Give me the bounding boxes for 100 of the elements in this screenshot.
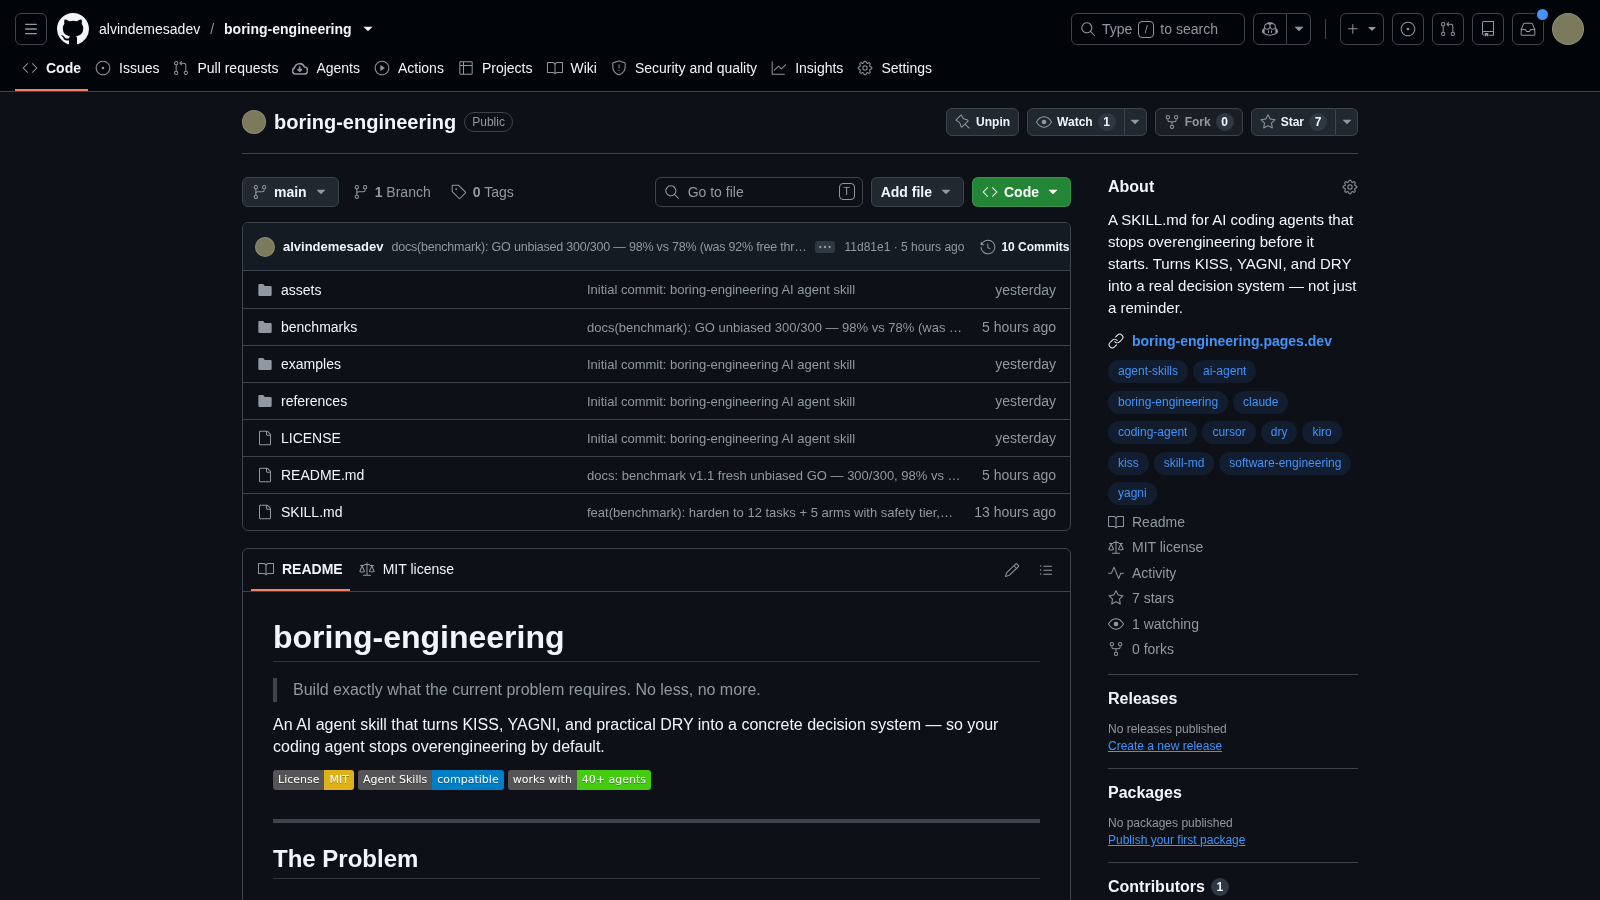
license-link[interactable]: MIT license <box>1108 534 1358 560</box>
commits-link[interactable]: 10 Commits <box>980 238 1070 255</box>
dropdown-button[interactable] <box>1287 13 1311 45</box>
create-button[interactable] <box>1340 13 1384 45</box>
readme-link[interactable]: Readme <box>1108 509 1358 535</box>
watch-button[interactable]: Watch 1 <box>1027 108 1125 136</box>
topic-tag[interactable]: agent-skills <box>1108 360 1189 383</box>
commit-message-link[interactable]: docs(benchmark): GO unbiased 300/300 — 98% vs 78% (was … <box>587 319 962 335</box>
nav-tab[interactable]: Security and quality <box>603 53 765 91</box>
nav-tab[interactable]: Wiki <box>539 53 604 91</box>
file-name-link[interactable]: assets <box>281 281 322 298</box>
file-name-link[interactable]: LICENSE <box>281 430 341 446</box>
badge-value: MIT <box>324 770 354 790</box>
repo-link[interactable]: boring-engineering <box>224 21 352 37</box>
readme-tab[interactable]: MIT license <box>351 549 461 591</box>
file-name-link[interactable]: examples <box>281 356 341 372</box>
dropdown-button[interactable] <box>1124 108 1147 136</box>
unpin-button[interactable]: Unpin <box>946 108 1020 136</box>
bot-face-button[interactable] <box>1253 13 1287 45</box>
commit-time: yesterday <box>995 356 1056 372</box>
star-icon <box>1259 114 1276 130</box>
repositories-button[interactable] <box>1472 13 1504 45</box>
nav-tab[interactable]: Issues <box>88 53 167 91</box>
pull-request-icon <box>1440 21 1456 37</box>
file-icon <box>257 430 273 446</box>
fork-icon <box>1108 641 1124 658</box>
nav-tab[interactable]: Code <box>15 53 88 91</box>
file-name-link[interactable]: README.md <box>281 467 365 483</box>
section-title: Releases <box>1108 689 1179 709</box>
list-icon <box>1038 562 1054 578</box>
pulse-icon <box>1108 564 1124 581</box>
owner-link[interactable]: alvindemesadev <box>99 21 201 37</box>
avatar-placeholder[interactable] <box>1552 13 1584 45</box>
branch-icon <box>252 184 268 200</box>
badge-value: compatible <box>432 770 504 790</box>
code-button[interactable]: Code <box>972 177 1071 207</box>
file-name-link[interactable]: references <box>281 393 348 409</box>
book-icon <box>1108 513 1124 530</box>
repo-title[interactable]: boring-engineering <box>274 108 457 136</box>
tags-link[interactable]: 0 Tags <box>444 184 520 200</box>
readme-tab[interactable]: README <box>251 549 350 591</box>
forks-link[interactable]: 0 forks <box>1108 636 1358 662</box>
topic-tag[interactable]: cursor <box>1202 421 1256 444</box>
activity-link[interactable]: Activity <box>1108 560 1358 586</box>
commit-message-link[interactable]: docs: benchmark v1.1 fresh unbiased GO — 300/300, 98% vs … <box>587 467 961 483</box>
code-icon <box>982 184 998 200</box>
commit-message-link[interactable]: Initial commit: boring-engineering AI agent skill <box>587 356 856 372</box>
commit-message-link[interactable]: Initial commit: boring-engineering AI agent skill <box>587 430 856 446</box>
menu-button[interactable] <box>15 13 47 45</box>
settings-button[interactable] <box>1342 179 1358 195</box>
bot-face-icon <box>1262 21 1278 37</box>
search-icon <box>663 184 680 200</box>
dropdown-button[interactable] <box>1336 108 1358 136</box>
menu-icon <box>23 21 39 37</box>
commit-message-link[interactable]: feat(benchmark): harden to 12 tasks + 5 arms with safety tier,… <box>587 504 953 520</box>
nav-tab[interactable]: Agents <box>285 53 367 91</box>
issues-button[interactable] <box>1392 13 1424 45</box>
topic-tag[interactable]: skill-md <box>1153 451 1215 475</box>
topic-tag[interactable]: claude <box>1233 390 1289 414</box>
file-name-link[interactable]: benchmarks <box>281 319 358 335</box>
commit-message-link[interactable]: Initial commit: boring-engineering AI agent skill <box>587 393 856 409</box>
commit-message-link[interactable]: Initial commit: boring-engineering AI agent skill <box>587 282 856 297</box>
stars-link[interactable]: 7 stars <box>1108 585 1358 611</box>
repo-icon <box>1480 21 1496 37</box>
nav-tab[interactable]: Actions <box>367 53 451 91</box>
nav-tab[interactable]: Projects <box>450 53 540 91</box>
add-file-button[interactable]: Add file <box>870 177 964 207</box>
counter: 1 <box>1097 113 1116 131</box>
topic-tag[interactable]: ai-agent <box>1193 360 1257 383</box>
nav-tab[interactable]: Settings <box>850 53 939 91</box>
branch-button[interactable]: main <box>242 177 339 207</box>
badge-label: License <box>273 770 325 790</box>
eye-icon <box>1036 114 1053 130</box>
publish-package-link[interactable]: Publish your first package <box>1108 832 1246 848</box>
topic-tag[interactable]: coding-agent <box>1108 421 1198 444</box>
topic-tag[interactable]: yagni <box>1108 482 1157 505</box>
commit-author-link[interactable]: alvindemesadev <box>283 239 384 254</box>
graph-icon <box>771 60 788 76</box>
repo-description: A SKILL.md for AI coding agents that stops overengineering before it starts. Turns KISS, YAGNI, and DRY into a real decision system — not just a reminder. <box>1108 210 1358 318</box>
cat-logo-icon[interactable] <box>57 13 89 45</box>
section-title: Contributors <box>1108 877 1205 897</box>
file-name-link[interactable]: SKILL.md <box>281 504 343 520</box>
branches-link[interactable]: 1 Branch <box>346 184 437 200</box>
commit-message-link[interactable]: docs(benchmark): GO unbiased 300/300 — 98% vs 78% (was 92% free thr… <box>391 239 807 254</box>
readme-paragraph: An AI agent skill that turns KISS, YAGNI, and practical DRY into a concrete decision system — so your coding agent stops overengineering by default. <box>273 715 1000 757</box>
website-link[interactable]: boring-engineering.pages.dev <box>1108 330 1358 352</box>
watchers-link[interactable]: 1 watching <box>1108 611 1358 637</box>
nav-tab[interactable]: Insights <box>764 53 851 91</box>
commit-time: 13 hours ago <box>974 504 1056 520</box>
topic-tag[interactable]: software-engineering <box>1219 451 1352 475</box>
topic-tag[interactable]: boring-engineering <box>1108 390 1229 414</box>
expand-button[interactable] <box>814 240 835 253</box>
create-release-link[interactable]: Create a new release <box>1108 738 1223 754</box>
topic-tag[interactable]: dry <box>1260 421 1298 444</box>
topic-tag[interactable]: kiro <box>1302 421 1342 444</box>
nav-tab[interactable]: Pull requests <box>166 53 286 91</box>
pull-requests-button[interactable] <box>1432 13 1464 45</box>
topic-tag[interactable]: kiss <box>1108 451 1149 475</box>
search-field[interactable]: Type / to search <box>1071 13 1245 45</box>
star-button[interactable]: Star 7 <box>1250 108 1336 136</box>
